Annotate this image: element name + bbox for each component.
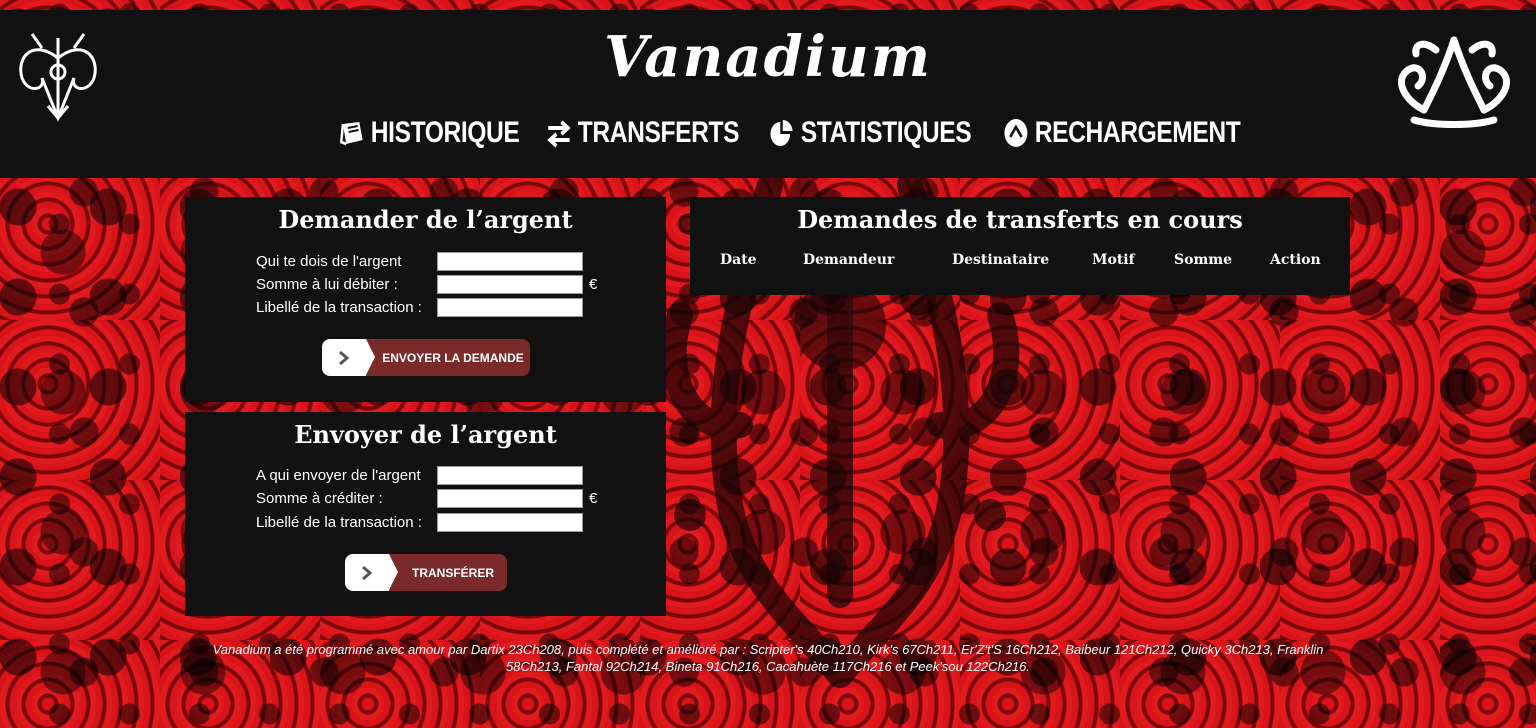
column-header-amount: Somme — [1174, 252, 1232, 268]
brand-title[interactable]: Vanadium — [0, 24, 1536, 90]
send-amount-label: Somme à créditer : — [256, 489, 383, 507]
send-panel-title: Envoyer de l’argent — [294, 420, 557, 449]
request-transaction-label: Libellé de la transaction : — [256, 298, 422, 316]
footer-line-1: Vanadium a été programmé avec amour par … — [212, 642, 1324, 657]
send-transaction-input[interactable] — [437, 512, 583, 532]
request-label-row: Libellé de la transaction : — [256, 297, 583, 317]
transfer-button-label: TRANSFÉRER — [389, 554, 507, 591]
request-transaction-input[interactable] — [437, 297, 583, 317]
column-header-action: Action — [1270, 252, 1321, 268]
nav-transferts-label: TRANSFERTS — [577, 116, 740, 149]
request-money-panel: Demander de l’argent Qui te dois de l'ar… — [185, 197, 666, 402]
send-money-panel: Envoyer de l’argent A qui envoyer de l'a… — [185, 412, 666, 616]
main-navigation: HISTORIQUE TRANSFERTS STATISTIQUES RECHA… — [338, 110, 1292, 156]
nav-historique-label: HISTORIQUE — [370, 116, 520, 149]
send-amount-unit: € — [589, 489, 598, 507]
send-recipient-input[interactable] — [437, 465, 583, 485]
chevron-up-circle-icon — [1004, 119, 1028, 147]
request-debtor-label: Qui te dois de l'argent — [256, 252, 402, 270]
exchange-arrows-icon — [547, 120, 571, 148]
request-debtor-input[interactable] — [437, 251, 583, 271]
footer-credits: Vanadium a été programmé avec amour par … — [140, 641, 1396, 675]
ornamental-flourish-logo-icon[interactable] — [1384, 30, 1524, 135]
column-header-recipient: Destinataire — [952, 252, 1050, 268]
pie-chart-icon — [770, 119, 793, 146]
book-icon — [339, 122, 363, 146]
chevron-right-icon — [322, 339, 375, 376]
send-request-button[interactable]: ENVOYER LA DEMANDE — [322, 339, 530, 376]
transfer-button[interactable]: TRANSFÉRER — [345, 554, 507, 591]
nav-statistiques[interactable]: STATISTIQUES — [768, 116, 972, 150]
nav-transferts[interactable]: TRANSFERTS — [545, 116, 740, 150]
send-transaction-label: Libellé de la transaction : — [256, 513, 422, 531]
request-amount-input[interactable] — [437, 274, 583, 294]
header-bar: Vanadium HISTORIQUE TRANSFERTS STATISTIQ… — [0, 10, 1536, 178]
send-amount-input[interactable] — [437, 488, 583, 508]
chevron-right-icon — [345, 554, 398, 591]
pending-table-header: Date Demandeur Destinataire Motif Somme … — [690, 252, 1350, 272]
nav-rechargement[interactable]: RECHARGEMENT — [1002, 116, 1240, 150]
request-amount-unit: € — [589, 275, 598, 293]
send-amount-row: Somme à créditer : € — [256, 488, 597, 508]
nav-rechargement-label: RECHARGEMENT — [1034, 116, 1241, 149]
request-panel-title: Demander de l’argent — [278, 205, 573, 234]
nav-statistiques-label: STATISTIQUES — [800, 116, 972, 149]
nav-historique[interactable]: HISTORIQUE — [338, 116, 520, 150]
request-debtor-row: Qui te dois de l'argent — [256, 251, 583, 271]
send-label-row: Libellé de la transaction : — [256, 512, 583, 532]
send-recipient-label: A qui envoyer de l'argent — [256, 466, 421, 484]
column-header-reason: Motif — [1092, 252, 1135, 268]
send-recipient-row: A qui envoyer de l'argent — [256, 465, 583, 485]
pending-panel-title: Demandes de transferts en cours — [797, 205, 1243, 234]
request-amount-row: Somme à lui débiter : € — [256, 274, 597, 294]
column-header-requester: Demandeur — [803, 252, 895, 268]
request-amount-label: Somme à lui débiter : — [256, 275, 398, 293]
footer-line-2: 58Ch213, Fantal 92Ch214, Bineta 91Ch216,… — [505, 659, 1031, 674]
pending-requests-panel: Demandes de transferts en cours Date Dem… — [690, 197, 1350, 295]
column-header-date: Date — [720, 252, 757, 268]
send-request-button-label: ENVOYER LA DEMANDE — [366, 339, 530, 376]
